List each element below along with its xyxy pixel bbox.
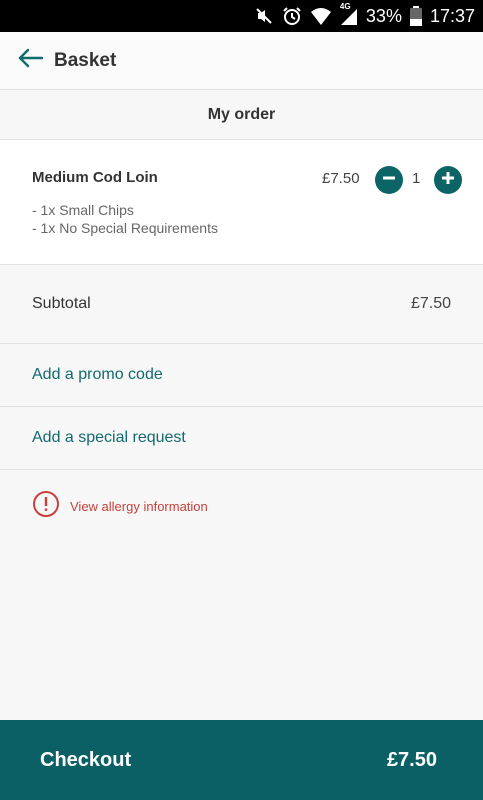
network-type: 4G [339, 2, 351, 11]
add-special-request-link[interactable]: Add a special request [0, 407, 483, 470]
item-price: £7.50 [322, 170, 360, 187]
allergy-info-label: View allergy information [70, 499, 208, 514]
checkout-label: Checkout [40, 748, 132, 771]
wifi-icon [310, 6, 332, 26]
page-title: Basket [54, 49, 117, 71]
alert-circle-icon [32, 490, 60, 523]
arrow-left-icon [17, 48, 44, 73]
checkout-button[interactable]: Checkout £7.50 [0, 720, 483, 800]
minus-icon [382, 171, 396, 190]
plus-icon [441, 171, 455, 190]
quantity-value: 1 [412, 170, 421, 187]
section-title: My order [0, 90, 483, 140]
item-modifiers: - 1x Small Chips - 1x No Special Require… [32, 201, 218, 237]
checkout-total: £7.50 [386, 748, 437, 771]
modifier: - 1x Small Chips [32, 202, 134, 218]
battery-percent: 33% [365, 5, 402, 26]
increase-quantity-button[interactable] [434, 166, 462, 194]
allergy-info-link[interactable]: View allergy information [32, 490, 208, 523]
alarm-icon [282, 6, 302, 26]
status-bar: 4G 33% 17:37 [0, 0, 483, 32]
modifier: - 1x No Special Requirements [32, 220, 218, 236]
subtotal-value: £7.50 [410, 295, 451, 312]
clock: 17:37 [429, 5, 475, 26]
signal-icon: 4G [340, 2, 358, 26]
item-name: Medium Cod Loin [32, 169, 158, 186]
order-item: Medium Cod Loin - 1x Small Chips - 1x No… [0, 140, 483, 265]
app-bar: Basket [0, 32, 483, 90]
battery-icon [409, 6, 422, 26]
decrease-quantity-button[interactable] [375, 166, 403, 194]
subtotal-label: Subtotal [32, 295, 91, 312]
add-promo-code-link[interactable]: Add a promo code [0, 344, 483, 407]
mute-icon [254, 6, 274, 26]
subtotal-row: Subtotal £7.50 [0, 265, 483, 344]
back-button[interactable] [10, 41, 50, 81]
